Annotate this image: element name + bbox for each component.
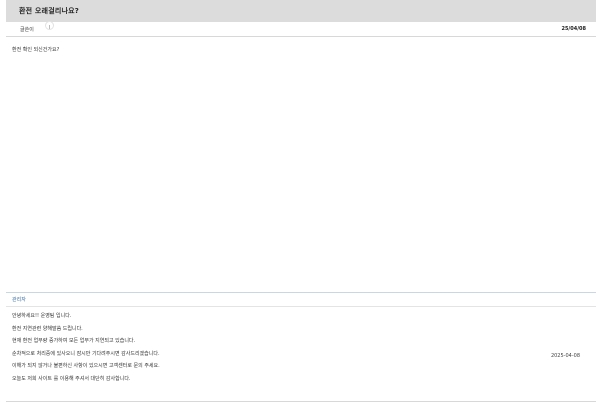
post-body: 환전 확인 되신건가요? <box>12 47 60 53</box>
reply-line: 환전 지연관련 양해말씀 드립니다. <box>12 325 83 332</box>
post-author[interactable]: 글쓴이 <box>20 26 34 33</box>
reply-line: 오늘도 저희 사이트 를 이용해 주셔서 대단히 감사합니다. <box>12 375 131 382</box>
reply-date: 2025-04-08 <box>550 353 580 359</box>
post-title: 환전 오래걸리나요? <box>19 7 80 15</box>
reply-line: 순차적으로 처리중에 있사오니 잠시만 기다려주시면 감사드리겠습니다. <box>12 350 160 357</box>
reply-section: 관리자 안녕하세요!! 운영팀 입니다. 환전 지연관련 양해말씀 드립니다. … <box>6 292 596 402</box>
post-meta-row: 글쓴이 25/04/08 <box>6 20 596 37</box>
reply-line: 이해가 되지 않거나 불편하신 사항이 있으시면 고객센터로 문의 주세요. <box>12 363 160 370</box>
author-wrap: 글쓴이 <box>20 20 54 33</box>
reply-author-row: 관리자 <box>6 293 596 307</box>
post-date: 25/04/08 <box>561 26 586 32</box>
post-header: 환전 오래걸리나요? <box>6 0 596 22</box>
mouse-cursor-icon <box>45 20 54 30</box>
reply-line: 현재 환전 업무량 증가하여 모든 업무가 지연되고 있습니다. <box>12 338 136 345</box>
reply-author: 관리자 <box>12 297 26 303</box>
reply-line: 안녕하세요!! 운영팀 입니다. <box>12 313 72 319</box>
reply-content: 안녕하세요!! 운영팀 입니다. 환전 지연관련 양해말씀 드립니다. 현재 환… <box>12 313 512 389</box>
